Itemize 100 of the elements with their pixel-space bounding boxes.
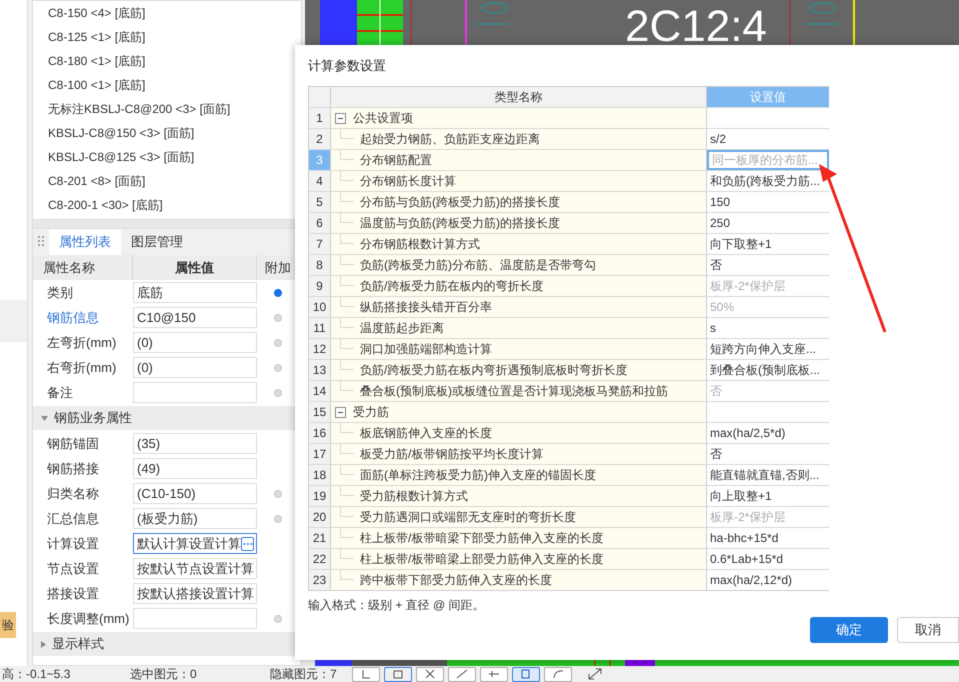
- property-value-field[interactable]: 按默认节点设置计算: [133, 558, 257, 579]
- property-value-field[interactable]: 默认计算设置计算: [133, 533, 257, 554]
- row-number: 15: [309, 402, 331, 422]
- column-header: 属性名称: [33, 255, 133, 280]
- setting-value[interactable]: 能直锚就直锚,否则...: [710, 466, 820, 484]
- property-value-field[interactable]: C10@150: [133, 307, 257, 328]
- collapse-toggle-icon[interactable]: [335, 406, 346, 418]
- property-name: 钢筋搭接: [46, 460, 100, 478]
- toolbar-button[interactable]: [512, 666, 540, 682]
- line-icon: [456, 669, 468, 679]
- setting-value[interactable]: 0.6*Lab+15*d: [710, 550, 784, 568]
- section-header[interactable]: 显示样式: [52, 634, 104, 654]
- input-format-hint: 输入格式：级别 + 直径 @ 间距。: [308, 597, 485, 614]
- toolbar-button[interactable]: [480, 666, 508, 682]
- setting-value[interactable]: 到叠合板(预制底板...: [710, 361, 820, 379]
- setting-name: 负筋(跨板受力筋)分布筋、温度筋是否带弯勾: [360, 257, 596, 274]
- property-value-field[interactable]: (C10-150): [133, 483, 257, 504]
- property-link[interactable]: 钢筋信息: [33, 308, 133, 328]
- setting-name: 负筋/跨板受力筋在板内弯折遇预制底板时弯折长度: [360, 362, 628, 379]
- column-header: 设置值: [707, 87, 829, 107]
- row-number: 22: [309, 549, 331, 569]
- row-number: 23: [309, 570, 331, 590]
- setting-value[interactable]: s: [710, 319, 716, 337]
- toolbar-button[interactable]: [384, 666, 412, 682]
- property-value-field[interactable]: 底筋: [133, 282, 257, 303]
- collapsed-caret-icon[interactable]: [41, 640, 46, 648]
- property-name: 备注: [46, 384, 74, 402]
- setting-name: 洞口加强筋端部构造计算: [360, 341, 492, 358]
- setting-value[interactable]: 150: [710, 193, 730, 211]
- row-number: 19: [309, 486, 331, 506]
- property-value-field[interactable]: (35): [133, 433, 257, 454]
- row-number: 8: [309, 255, 331, 275]
- row-number: 10: [309, 297, 331, 317]
- setting-value[interactable]: 向上取整+1: [710, 487, 772, 505]
- setting-name: 跨中板带下部受力筋伸入支座的长度: [360, 572, 552, 589]
- toolbar-button[interactable]: [416, 666, 444, 682]
- rebar-list-item[interactable]: C8-150 <4> [底筋]: [33, 1, 301, 25]
- setting-value[interactable]: 否: [710, 445, 722, 463]
- property-name: 计算设置: [46, 534, 100, 553]
- group-name: 公共设置项: [353, 110, 413, 127]
- setting-name: 分布筋与负筋(跨板受力筋)的搭接长度: [360, 194, 560, 211]
- setting-name: 负筋/跨板受力筋在板内的弯折长度: [360, 278, 544, 295]
- rebar-list-item[interactable]: C8-125 <1> [底筋]: [33, 25, 301, 49]
- column-header: 类型名称: [331, 87, 707, 107]
- row-number: 4: [309, 171, 331, 191]
- property-value-field[interactable]: (0): [133, 332, 257, 353]
- setting-value[interactable]: 和负筋(跨板受力筋...: [710, 172, 820, 190]
- row-number: 18: [309, 465, 331, 485]
- toolbar-button[interactable]: [544, 666, 572, 682]
- status-text: 选中图元：0: [130, 667, 198, 681]
- property-name: 长度调整(mm): [46, 610, 130, 628]
- column-header: 附加: [264, 258, 292, 277]
- setting-name: 分布钢筋配置: [360, 152, 432, 169]
- property-value-field[interactable]: [133, 382, 257, 403]
- expanded-caret-icon[interactable]: [41, 416, 48, 420]
- setting-value[interactable]: s/2: [710, 130, 726, 148]
- setting-value[interactable]: max(ha/2,12*d): [710, 571, 792, 589]
- dialog-title: 计算参数设置: [308, 57, 386, 75]
- setting-name: 起始受力钢筋、负筋距支座边距离: [360, 131, 540, 148]
- canvas-label: 2C12:4: [625, 2, 767, 52]
- setting-value[interactable]: 否: [710, 256, 722, 274]
- status-text: 高：-0.1~5.3: [2, 667, 72, 681]
- row-number: 13: [309, 360, 331, 380]
- ok-button[interactable]: 确定: [810, 617, 888, 643]
- property-name: 右弯折(mm): [46, 358, 118, 377]
- cross-icon: [424, 669, 436, 679]
- rectangle-icon: [392, 669, 404, 679]
- setting-value[interactable]: ha-bhc+15*d: [710, 529, 778, 547]
- expand-icon[interactable]: [588, 668, 602, 680]
- panel-tab[interactable]: 属性列表: [49, 229, 121, 255]
- setting-value[interactable]: 向下取整+1: [710, 235, 772, 253]
- property-name: 钢筋锚固: [46, 434, 100, 453]
- row-number: 21: [309, 528, 331, 548]
- property-value-field[interactable]: (49): [133, 458, 257, 479]
- setting-value[interactable]: 250: [710, 214, 730, 232]
- property-value-field[interactable]: 按默认搭接设置计算: [133, 583, 257, 604]
- setting-name: 柱上板带/板带暗梁下部受力筋伸入支座的长度: [360, 530, 604, 547]
- drag-handle-icon[interactable]: [37, 235, 45, 249]
- status-text: 隐藏图元：7: [270, 667, 338, 681]
- property-value-field[interactable]: (0): [133, 357, 257, 378]
- setting-value[interactable]: 短跨方向伸入支座...: [710, 340, 816, 358]
- property-name: 节点设置: [46, 560, 100, 578]
- row-number: 11: [309, 318, 331, 338]
- row-number: 17: [309, 444, 331, 464]
- property-value-field[interactable]: (板受力筋): [133, 508, 257, 529]
- toolbar-button[interactable]: [352, 666, 380, 682]
- row-number: 16: [309, 423, 331, 443]
- property-name: 汇总信息: [46, 510, 100, 528]
- panel-tab[interactable]: 图层管理: [121, 229, 193, 255]
- setting-value[interactable]: max(ha/2,5*d): [710, 424, 786, 442]
- collapse-toggle-icon[interactable]: [335, 112, 346, 124]
- setting-name: 板底钢筋伸入支座的长度: [360, 425, 492, 442]
- more-options-icon[interactable]: [241, 536, 254, 550]
- setting-name: 叠合板(预制底板)或板缝位置是否计算现浇板马凳筋和拉筋: [360, 383, 668, 400]
- toolbar-button[interactable]: [448, 666, 476, 682]
- corner-icon: [360, 669, 372, 679]
- setting-name: 板受力筋/板带钢筋按平均长度计算: [360, 446, 544, 463]
- property-value-field[interactable]: [133, 608, 257, 629]
- cancel-button[interactable]: 取消: [897, 617, 959, 643]
- property-name: 类别: [46, 284, 74, 302]
